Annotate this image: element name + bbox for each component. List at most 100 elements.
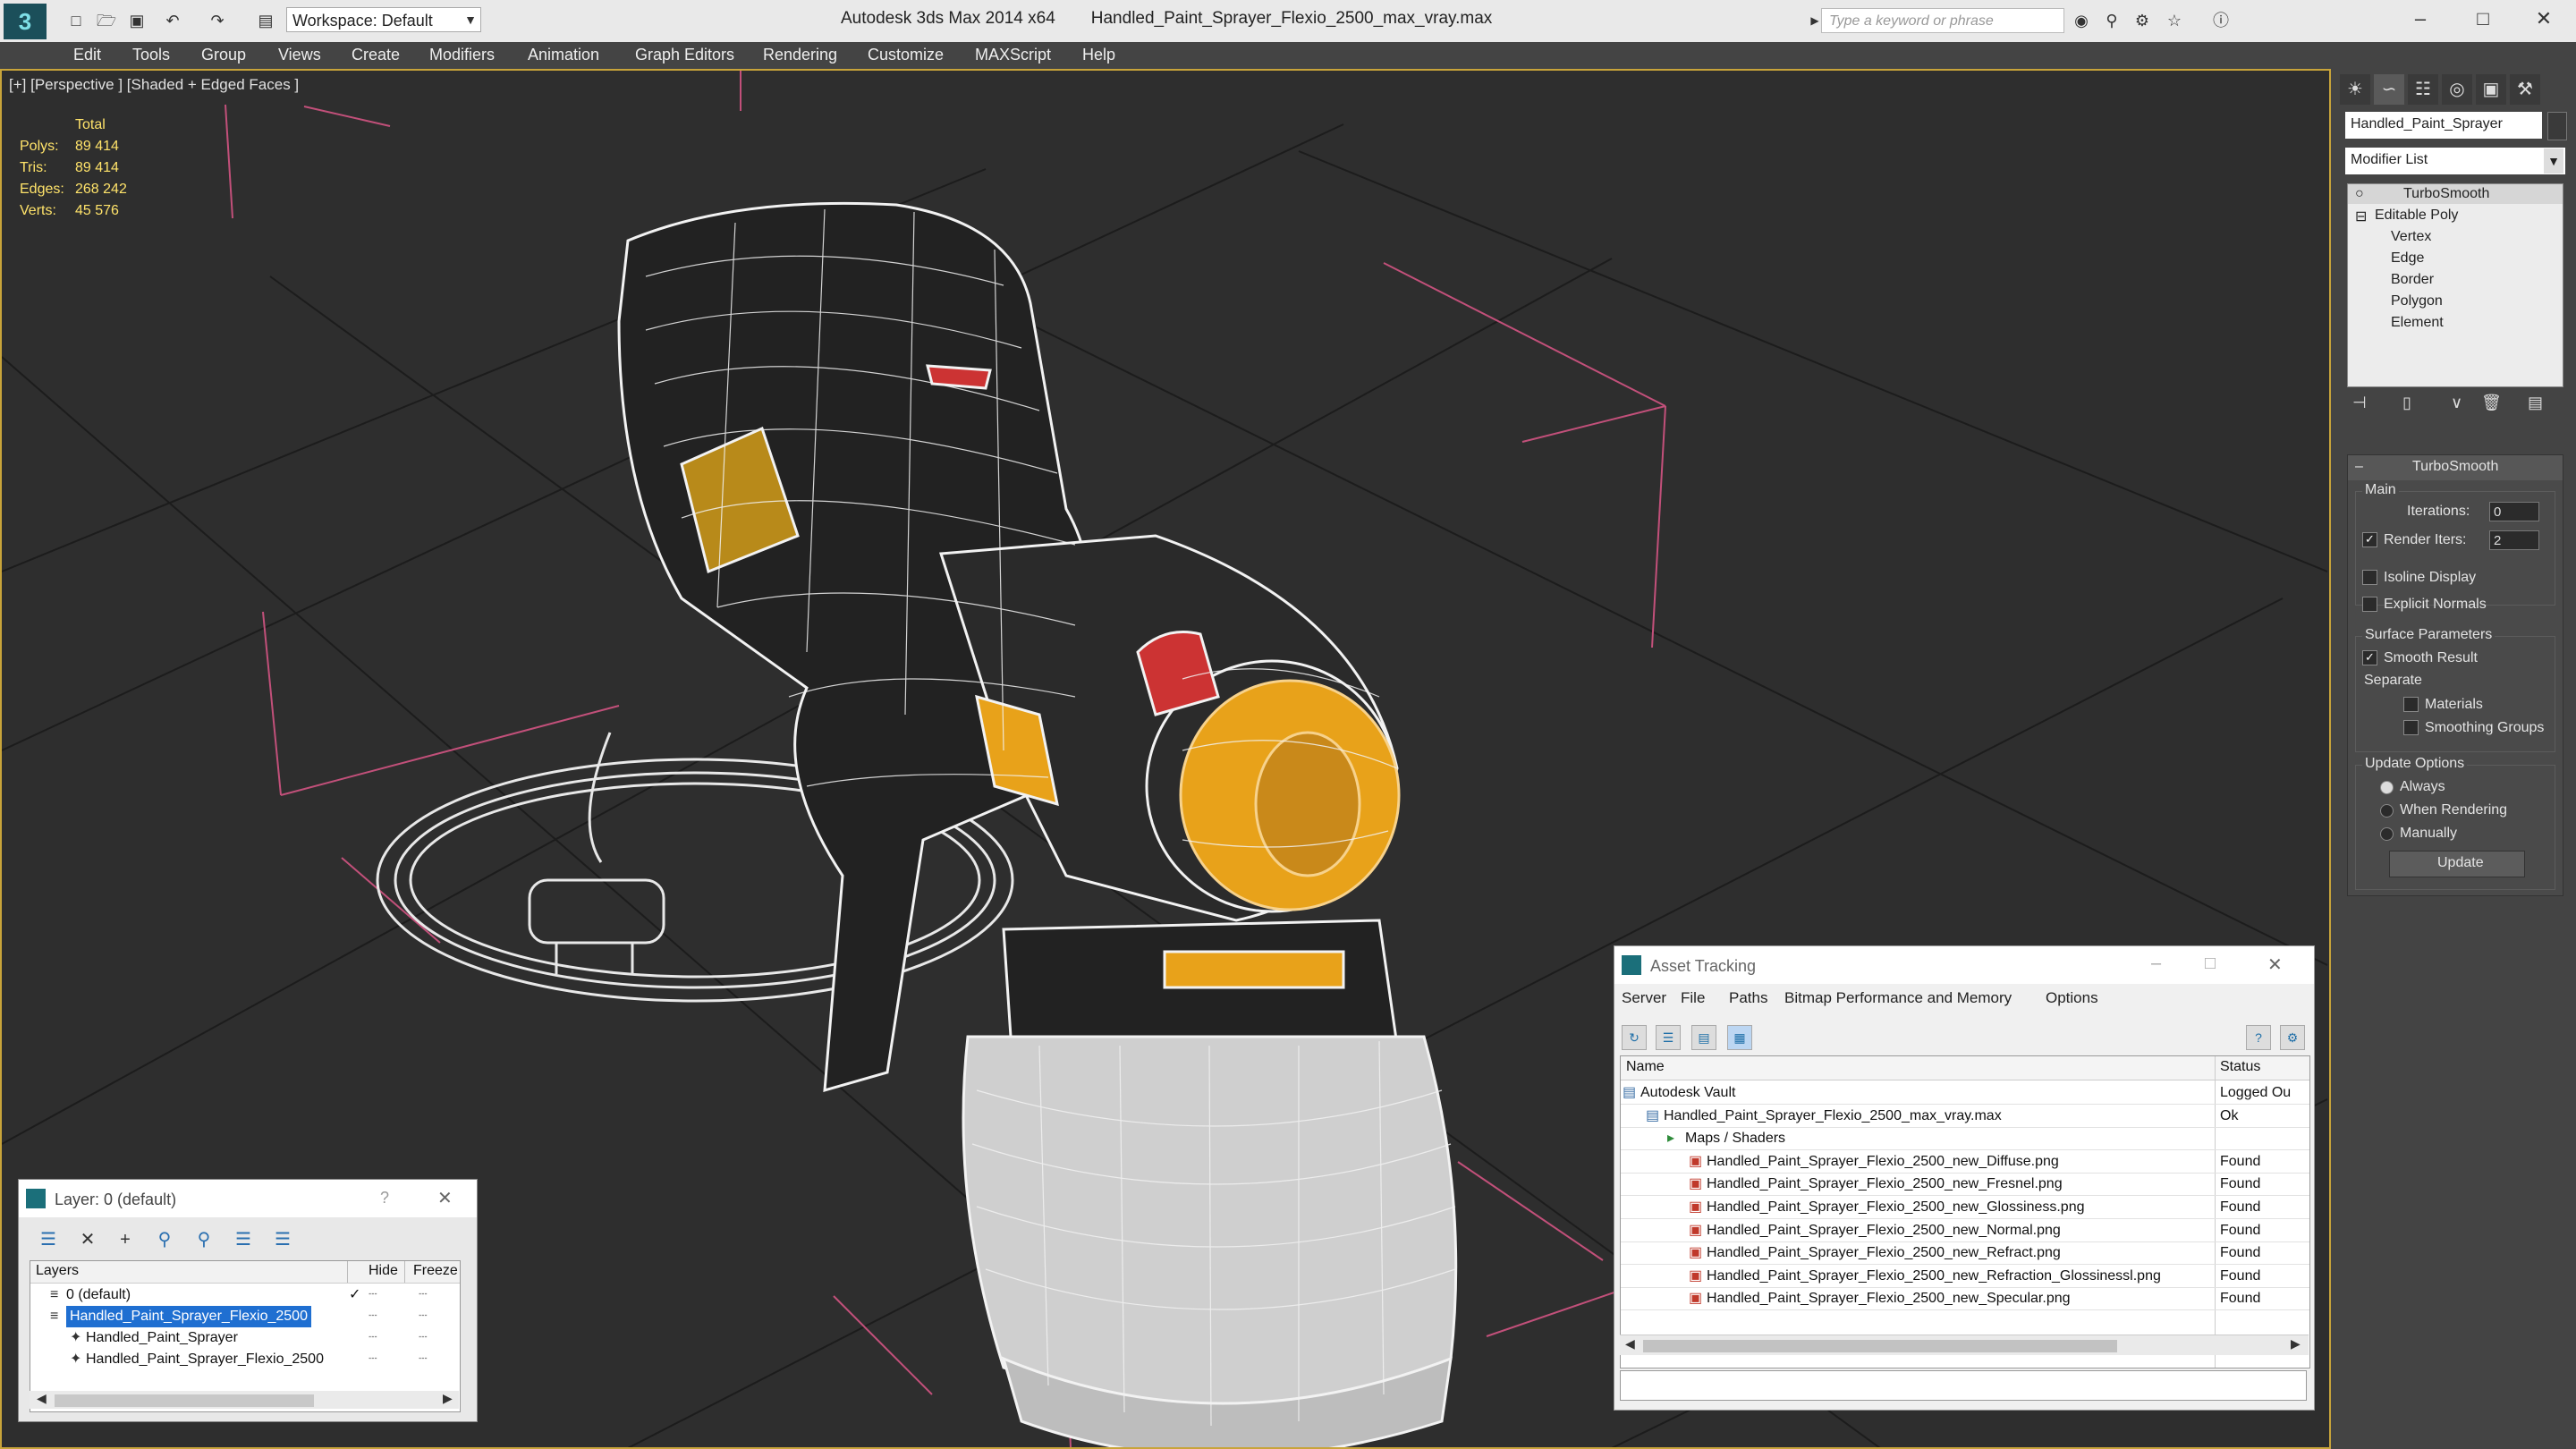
- asset-row[interactable]: ▣ Handled_Paint_Sprayer_Flexio_2500_new_G…: [1621, 1196, 2309, 1219]
- stack-item-polygon[interactable]: Polygon: [2391, 293, 2443, 309]
- isoline-checkbox[interactable]: [2362, 570, 2377, 585]
- select-layer-icon[interactable]: ⚲: [191, 1226, 217, 1253]
- add-to-layer-icon[interactable]: +: [112, 1226, 139, 1253]
- app-logo-icon[interactable]: 3: [4, 4, 47, 39]
- table-view-icon[interactable]: ▦: [1727, 1025, 1752, 1050]
- asset-table[interactable]: Name Status ▤ Autodesk Vault Logged Ou ▤ Han…: [1620, 1055, 2310, 1368]
- menu-create[interactable]: Create: [352, 46, 400, 64]
- column-divider[interactable]: [347, 1261, 348, 1283]
- stack-item-turbosmooth[interactable]: TurboSmooth: [2403, 186, 2489, 202]
- create-layer-icon[interactable]: ☰: [35, 1226, 62, 1253]
- display-tab-icon[interactable]: ▣: [2476, 74, 2506, 105]
- manually-radio[interactable]: [2380, 827, 2394, 841]
- asset-row[interactable]: ▣ Handled_Paint_Sprayer_Flexio_2500_new_R…: [1621, 1241, 2309, 1266]
- explicit-normals-checkbox[interactable]: [2362, 597, 2377, 612]
- project-folder-icon[interactable]: ▤: [254, 9, 277, 32]
- help-icon[interactable]: ?: [2246, 1025, 2271, 1050]
- column-header-hide[interactable]: Hide: [369, 1263, 398, 1279]
- stack-item-editable-poly[interactable]: Editable Poly: [2375, 208, 2458, 224]
- scrollbar-thumb[interactable]: [55, 1394, 314, 1407]
- when-rendering-radio[interactable]: [2380, 804, 2394, 818]
- viewport-label[interactable]: [+] [Perspective ] [Shaded + Edged Faces…: [9, 76, 299, 94]
- freeze-toggle[interactable]: ┄: [419, 1327, 428, 1349]
- remove-modifier-icon[interactable]: 🗑: [2481, 394, 2502, 412]
- configure-sets-icon[interactable]: ▤: [2528, 394, 2543, 412]
- hide-toggle[interactable]: ┄: [369, 1284, 377, 1306]
- column-divider[interactable]: [404, 1261, 405, 1283]
- object-color-swatch[interactable]: [2547, 112, 2567, 140]
- stack-item-edge[interactable]: Edge: [2391, 250, 2424, 267]
- active-layer-checkmark[interactable]: ✓: [349, 1284, 360, 1306]
- motion-tab-icon[interactable]: ◎: [2442, 74, 2472, 105]
- maximize-button[interactable]: □: [2465, 5, 2501, 32]
- asset-row[interactable]: ▣ Handled_Paint_Sprayer_Flexio_2500_new_N…: [1621, 1219, 2309, 1242]
- menu-options[interactable]: Options: [2046, 989, 2098, 1007]
- materials-checkbox[interactable]: [2403, 697, 2419, 712]
- asset-row[interactable]: ▤ Handled_Paint_Sprayer_Flexio_2500_max_v…: [1621, 1105, 2309, 1128]
- key-icon[interactable]: ⚲: [2100, 9, 2123, 32]
- hide-toggle[interactable]: ┄: [369, 1327, 377, 1349]
- asset-row[interactable]: ▤ Autodesk Vault Logged Ou: [1621, 1081, 2309, 1105]
- menu-graph-editors[interactable]: Graph Editors: [635, 46, 734, 64]
- menu-edit[interactable]: Edit: [73, 46, 101, 64]
- layer-row[interactable]: ≡ Handled_Paint_Sprayer_Flexio_2500 ┄ ┄: [30, 1306, 460, 1327]
- menu-bitmap-performance[interactable]: Bitmap Performance and Memory: [1784, 989, 2012, 1007]
- render-iters-spinner[interactable]: 2: [2489, 530, 2539, 550]
- hide-all-layers-icon[interactable]: ☰: [230, 1226, 257, 1253]
- delete-layer-icon[interactable]: ✕: [74, 1226, 101, 1253]
- settings-icon[interactable]: ⚙: [2280, 1025, 2305, 1050]
- freeze-all-layers-icon[interactable]: ☰: [269, 1226, 296, 1253]
- layer-row[interactable]: ≡ 0 (default) ┄ ┄ ✓: [30, 1284, 460, 1306]
- hide-toggle[interactable]: ┄: [369, 1349, 377, 1370]
- freeze-toggle[interactable]: ┄: [419, 1306, 428, 1327]
- menu-rendering[interactable]: Rendering: [763, 46, 837, 64]
- help-icon[interactable]: ⓘ: [2209, 9, 2233, 32]
- collapse-minus-icon[interactable]: –: [2355, 459, 2363, 475]
- minimize-button[interactable]: –: [2151, 953, 2161, 974]
- menu-paths[interactable]: Paths: [1729, 989, 1767, 1007]
- column-header-status[interactable]: Status: [2220, 1059, 2260, 1075]
- asset-row[interactable]: ▣ Handled_Paint_Sprayer_Flexio_2500_new_R…: [1621, 1265, 2309, 1288]
- pin-stack-icon[interactable]: ⊣: [2352, 394, 2367, 412]
- search-input[interactable]: Type a keyword or phrase: [1821, 8, 2064, 33]
- chevron-down-icon[interactable]: ▼: [462, 8, 479, 31]
- collapse-icon[interactable]: ⊟: [2355, 208, 2367, 225]
- refresh-icon[interactable]: ↻: [1622, 1025, 1647, 1050]
- stack-item-vertex[interactable]: Vertex: [2391, 229, 2431, 245]
- close-button[interactable]: ✕: [2267, 953, 2283, 976]
- menu-modifiers[interactable]: Modifiers: [429, 46, 495, 64]
- asset-row[interactable]: ▣ Handled_Paint_Sprayer_Flexio_2500_new_F…: [1621, 1173, 2309, 1197]
- undo-icon[interactable]: ↶: [161, 9, 184, 32]
- close-button[interactable]: ✕: [437, 1187, 453, 1209]
- asset-row[interactable]: ▸ Maps / Shaders: [1621, 1127, 2309, 1151]
- freeze-toggle[interactable]: ┄: [419, 1349, 428, 1370]
- create-tab-icon[interactable]: ☀: [2340, 74, 2370, 105]
- help-button[interactable]: ?: [380, 1189, 389, 1208]
- menu-file[interactable]: File: [1681, 989, 1705, 1007]
- layer-row[interactable]: ✦ Handled_Paint_Sprayer_Flexio_2500 ┄ ┄: [30, 1349, 460, 1370]
- menu-views[interactable]: Views: [278, 46, 321, 64]
- stack-item-border[interactable]: Border: [2391, 272, 2434, 288]
- redo-icon[interactable]: ↷: [206, 9, 229, 32]
- menu-server[interactable]: Server: [1622, 989, 1666, 1007]
- always-radio[interactable]: [2380, 781, 2394, 794]
- menu-help[interactable]: Help: [1082, 46, 1115, 64]
- layer-table[interactable]: Layers Hide Freeze ≡ 0 (default) ┄ ┄ ✓ ≡ Handl…: [30, 1260, 461, 1412]
- asset-row[interactable]: ▣ Handled_Paint_Sprayer_Flexio_2500_new_D…: [1621, 1150, 2309, 1174]
- scroll-left-icon[interactable]: ◀: [1625, 1336, 1635, 1352]
- smooth-result-checkbox[interactable]: ✓: [2362, 650, 2377, 665]
- column-header-layers[interactable]: Layers: [36, 1263, 79, 1279]
- make-unique-icon[interactable]: ∨: [2451, 394, 2462, 412]
- iterations-spinner[interactable]: 0: [2489, 502, 2539, 521]
- layer-row[interactable]: ✦ Handled_Paint_Sprayer ┄ ┄: [30, 1327, 460, 1349]
- column-header-freeze[interactable]: Freeze: [413, 1263, 458, 1279]
- communication-center-icon[interactable]: ⚙: [2131, 9, 2154, 32]
- menu-tools[interactable]: Tools: [132, 46, 170, 64]
- select-objects-icon[interactable]: ⚲: [151, 1226, 178, 1253]
- open-file-icon[interactable]: 🗁: [95, 9, 118, 32]
- utilities-tab-icon[interactable]: ⚒: [2510, 74, 2540, 105]
- lightbulb-icon[interactable]: ○: [2355, 186, 2364, 202]
- chevron-down-icon[interactable]: ▼: [2544, 148, 2563, 174]
- show-end-result-icon[interactable]: ▯: [2402, 394, 2411, 412]
- scrollbar-thumb[interactable]: [1643, 1340, 2117, 1352]
